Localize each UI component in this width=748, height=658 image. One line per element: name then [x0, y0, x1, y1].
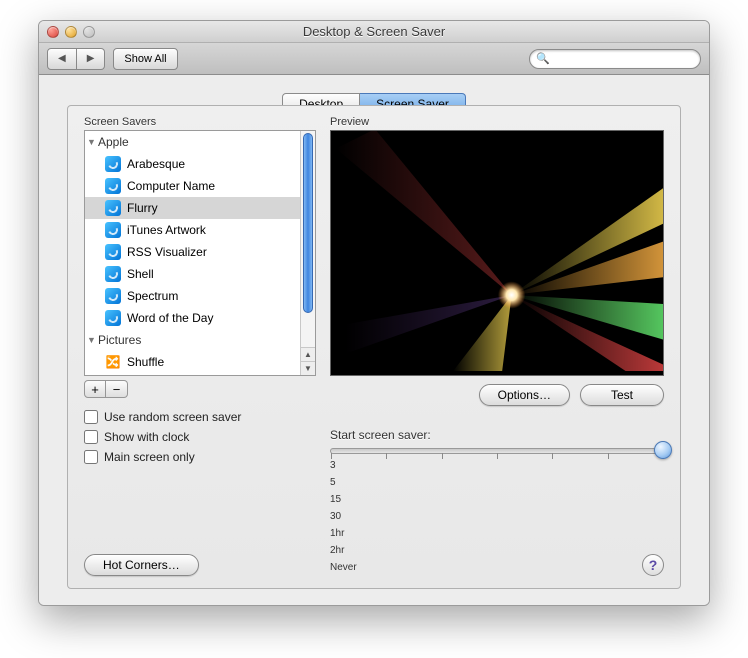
chevron-right-icon: ▶	[87, 53, 95, 64]
close-button[interactable]	[47, 26, 59, 38]
tick-label: 30	[330, 511, 664, 522]
forward-button[interactable]: ▶	[77, 48, 106, 70]
tick-label: 3	[330, 460, 664, 471]
list-item[interactable]: RSS Visualizer	[85, 241, 300, 263]
saver-icon	[105, 200, 121, 216]
minimize-button[interactable]	[65, 26, 77, 38]
test-button[interactable]: Test	[580, 384, 664, 406]
tick-label: 1hr	[330, 528, 664, 539]
scroll-up-button[interactable]: ▲	[301, 347, 315, 361]
saver-icon	[105, 266, 121, 282]
preview	[330, 130, 664, 376]
help-button[interactable]: ?	[642, 554, 664, 576]
zoom-button[interactable]	[83, 26, 95, 38]
search-field[interactable]: 🔍	[529, 49, 701, 69]
slider-thumb[interactable]	[654, 441, 672, 459]
start-slider[interactable]	[330, 448, 664, 454]
flurry-preview-image	[331, 131, 663, 371]
preview-label: Preview	[330, 116, 664, 128]
saver-icon	[105, 178, 121, 194]
saver-icon	[105, 222, 121, 238]
saver-icon	[105, 156, 121, 172]
group-pictures[interactable]: ▼Pictures	[85, 329, 300, 351]
list-item[interactable]: iTunes Artwork	[85, 219, 300, 241]
chevron-left-icon: ◀	[58, 53, 66, 64]
list-item[interactable]: Computer Name	[85, 175, 300, 197]
disclosure-triangle-icon[interactable]: ▼	[87, 137, 97, 147]
list-item[interactable]: Spectrum	[85, 285, 300, 307]
saver-icon	[105, 244, 121, 260]
list-item[interactable]: Arabesque	[85, 153, 300, 175]
main-checkbox[interactable]: Main screen only	[84, 450, 316, 464]
scroll-down-button[interactable]: ▼	[301, 361, 315, 375]
group-apple[interactable]: ▼Apple	[85, 131, 300, 153]
saver-icon	[105, 288, 121, 304]
search-icon: 🔍	[536, 52, 550, 65]
back-button[interactable]: ◀	[47, 48, 77, 70]
list-item-selected[interactable]: Flurry	[85, 197, 300, 219]
list-rows: ▼Apple Arabesque Computer Name Flurry iT…	[85, 131, 300, 375]
screensaver-list[interactable]: ▼Apple Arabesque Computer Name Flurry iT…	[84, 130, 316, 376]
add-button[interactable]: +	[84, 380, 106, 398]
screensavers-label: Screen Savers	[84, 116, 316, 128]
options-button[interactable]: Options…	[479, 384, 570, 406]
hot-corners-button[interactable]: Hot Corners…	[84, 554, 199, 576]
list-item[interactable]: Shell	[85, 263, 300, 285]
disclosure-triangle-icon[interactable]: ▼	[87, 335, 97, 345]
clock-checkbox[interactable]: Show with clock	[84, 430, 316, 444]
titlebar: Desktop & Screen Saver	[39, 21, 709, 43]
list-item-shuffle[interactable]: 🔀Shuffle	[85, 351, 300, 373]
tick-label: 15	[330, 494, 664, 505]
content: Desktop Screen Saver Screen Savers ▼Appl…	[39, 75, 709, 605]
shuffle-icon: 🔀	[105, 354, 121, 370]
search-input[interactable]	[553, 53, 694, 65]
saver-icon	[105, 310, 121, 326]
toolbar: ◀ ▶ Show All 🔍	[39, 43, 709, 75]
remove-button[interactable]: −	[106, 380, 128, 398]
slider-label: Start screen saver:	[330, 428, 664, 442]
show-all-button[interactable]: Show All	[113, 48, 177, 70]
random-checkbox[interactable]: Use random screen saver	[84, 410, 316, 424]
tick-label: 5	[330, 477, 664, 488]
scroll-thumb[interactable]	[303, 133, 313, 313]
screensaver-panel: Screen Savers ▼Apple Arabesque Computer …	[67, 105, 681, 589]
prefpane-window: Desktop & Screen Saver ◀ ▶ Show All 🔍 De…	[38, 20, 710, 606]
window-title: Desktop & Screen Saver	[39, 24, 709, 39]
list-item[interactable]: Word of the Day	[85, 307, 300, 329]
scrollbar[interactable]: ▲ ▼	[300, 131, 315, 375]
